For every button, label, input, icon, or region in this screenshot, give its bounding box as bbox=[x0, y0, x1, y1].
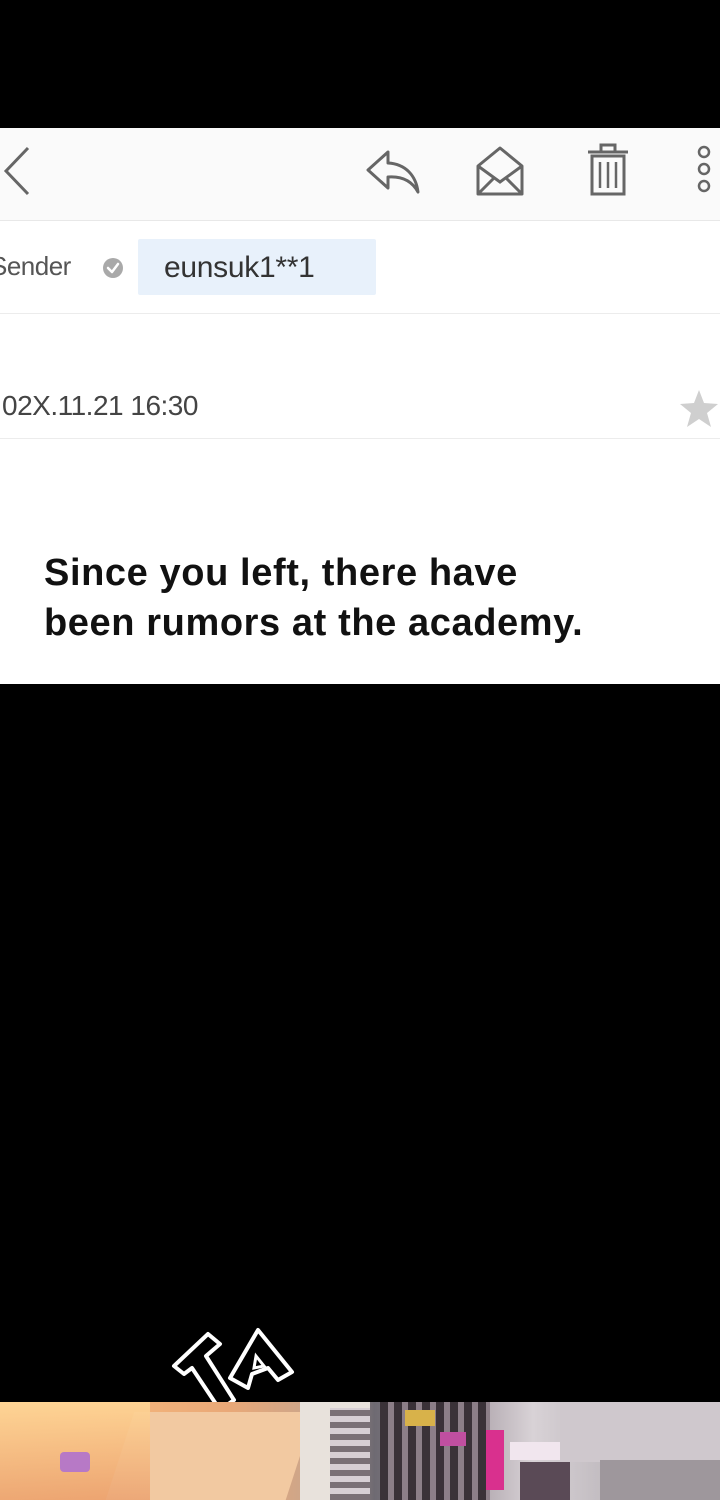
sender-address: eunsuk1**1 bbox=[164, 251, 315, 284]
watermark-logo bbox=[168, 1316, 300, 1416]
black-gutter bbox=[0, 684, 720, 1402]
delete-icon[interactable] bbox=[586, 142, 630, 198]
sender-chip[interactable]: eunsuk1**1 bbox=[138, 239, 376, 295]
email-view: Sender eunsuk1**1 02X.11.21 16:30 Since … bbox=[0, 128, 720, 684]
reply-icon[interactable] bbox=[364, 146, 422, 196]
sender-label: Sender bbox=[0, 251, 71, 281]
star-icon[interactable] bbox=[678, 388, 720, 430]
date-row: 02X.11.21 16:30 bbox=[0, 314, 720, 439]
sender-row: Sender eunsuk1**1 bbox=[0, 221, 720, 314]
city-scene-illustration bbox=[0, 1402, 720, 1500]
more-options-icon[interactable] bbox=[694, 142, 714, 198]
top-black-band bbox=[0, 0, 720, 128]
mark-unread-icon[interactable] bbox=[474, 144, 526, 198]
email-date: 02X.11.21 16:30 bbox=[2, 390, 198, 421]
message-body: Since you left, there have been rumors a… bbox=[44, 552, 584, 644]
email-toolbar bbox=[0, 128, 720, 221]
back-icon[interactable] bbox=[0, 144, 34, 198]
manga-panel: Sender eunsuk1**1 02X.11.21 16:30 Since … bbox=[0, 0, 720, 1500]
verified-check-icon bbox=[102, 257, 124, 279]
